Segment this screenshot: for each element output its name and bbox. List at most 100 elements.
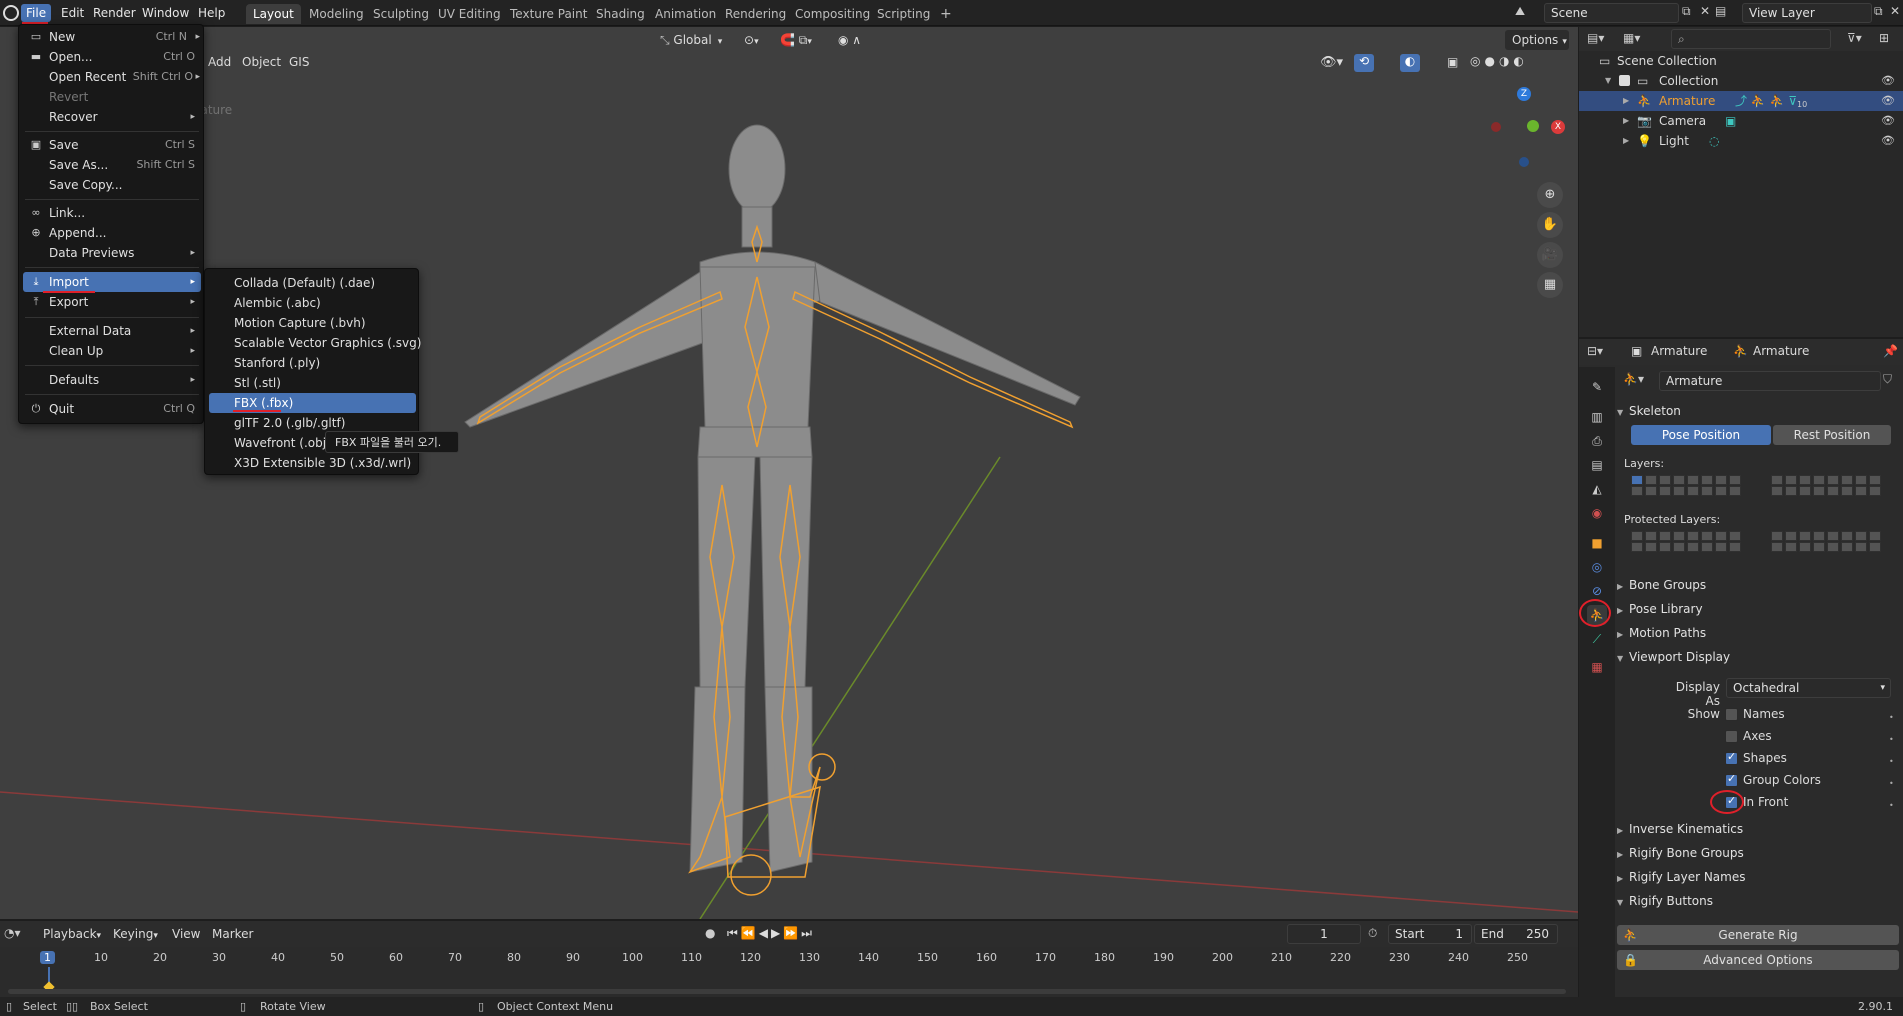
layer-toggle[interactable] bbox=[1659, 475, 1671, 485]
panel-viewport-display[interactable]: ▼ Viewport Display bbox=[1617, 646, 1897, 668]
eye-icon[interactable]: 👁 bbox=[1881, 94, 1895, 108]
copy-icon[interactable]: ⧉ bbox=[1682, 4, 1691, 19]
tab-modeling[interactable]: Modeling bbox=[302, 4, 371, 24]
menu-view[interactable]: View bbox=[172, 927, 200, 941]
datablock-selector[interactable]: ⛹▾ Armature ⛉ bbox=[1619, 371, 1897, 391]
options-dropdown[interactable]: Options ▾ bbox=[1505, 30, 1569, 50]
layer-toggle[interactable] bbox=[1869, 486, 1881, 496]
generate-rig-button[interactable]: ⛹ Generate Rig bbox=[1617, 925, 1899, 945]
close-icon[interactable]: ✕ bbox=[1700, 4, 1710, 18]
panel-inverse-kinematics[interactable]: ▶ Inverse Kinematics bbox=[1617, 818, 1897, 840]
object-tab-icon[interactable]: ■ bbox=[1587, 533, 1607, 553]
menu-item-append[interactable]: ⊕ Append... bbox=[23, 223, 201, 243]
menu-item-new[interactable]: ▭ New Ctrl N ▸ bbox=[23, 27, 201, 47]
import-alembic[interactable]: Alembic (.abc) bbox=[209, 293, 416, 313]
layer-toggle[interactable] bbox=[1869, 542, 1881, 552]
new-collection-icon[interactable]: ⊞ bbox=[1879, 31, 1889, 45]
tool-tab-icon[interactable]: ✎ bbox=[1587, 377, 1607, 397]
menu-item-export[interactable]: ⤒ Export ▸ bbox=[23, 292, 201, 312]
transform-orientation-dropdown[interactable]: ⤡ Global ▾ bbox=[660, 30, 736, 50]
panel-motion-paths[interactable]: ▶ Motion Paths bbox=[1617, 622, 1897, 644]
tab-uv-editing[interactable]: UV Editing bbox=[431, 4, 508, 24]
view-layer-tab-icon[interactable]: ▤ bbox=[1587, 455, 1607, 475]
import-x3d[interactable]: X3D Extensible 3D (.x3d/.wrl) bbox=[209, 453, 416, 473]
outliner-row-scene-collection[interactable]: ▭ Scene Collection bbox=[1579, 51, 1903, 71]
menu-playback[interactable]: Playback▾ bbox=[43, 927, 101, 941]
import-gltf[interactable]: glTF 2.0 (.glb/.gltf) bbox=[209, 413, 416, 433]
panel-bone-groups[interactable]: ▶ Bone Groups bbox=[1617, 574, 1897, 596]
layer-toggle[interactable] bbox=[1855, 475, 1867, 485]
checkbox-icon[interactable] bbox=[1619, 75, 1630, 86]
layer-toggle[interactable] bbox=[1869, 475, 1881, 485]
layer-toggle[interactable] bbox=[1855, 542, 1867, 552]
menu-item-clean-up[interactable]: Clean Up ▸ bbox=[23, 341, 201, 361]
layer-toggle[interactable] bbox=[1841, 475, 1853, 485]
current-frame-field[interactable]: 1 bbox=[1287, 924, 1361, 944]
add-workspace-button[interactable]: + bbox=[933, 4, 959, 24]
tab-animation[interactable]: Animation bbox=[648, 4, 723, 24]
editor-type-icon[interactable]: ▤▾ bbox=[1587, 31, 1604, 45]
layer-toggle[interactable] bbox=[1799, 475, 1811, 485]
import-bvh[interactable]: Motion Capture (.bvh) bbox=[209, 313, 416, 333]
layer-toggle[interactable] bbox=[1799, 542, 1811, 552]
menu-item-open[interactable]: ▬ Open... Ctrl O bbox=[23, 47, 201, 67]
filter-icon[interactable]: ⊽▾ bbox=[1847, 31, 1862, 45]
gizmo-z-axis[interactable]: Z bbox=[1517, 87, 1531, 101]
tab-layout[interactable]: Layout bbox=[246, 4, 301, 24]
layer-toggle[interactable] bbox=[1659, 542, 1671, 552]
layer-toggle[interactable] bbox=[1673, 475, 1685, 485]
timeline-ruler[interactable]: 1 10 20 30 40 50 60 70 80 90 100 110 120… bbox=[0, 951, 1578, 969]
navigation-gizmo[interactable]: Z X bbox=[1482, 87, 1572, 177]
gizmo-negative-x[interactable] bbox=[1491, 122, 1501, 132]
tab-scripting[interactable]: Scripting bbox=[870, 4, 937, 24]
bone-tab-icon[interactable]: ⟋ bbox=[1587, 629, 1607, 649]
layer-toggle[interactable] bbox=[1701, 475, 1713, 485]
menu-item-defaults[interactable]: Defaults ▸ bbox=[23, 370, 201, 390]
panel-rigify-buttons[interactable]: ▼ Rigify Buttons bbox=[1617, 890, 1897, 912]
fake-user-shield-icon[interactable]: ⛉ bbox=[1883, 372, 1892, 387]
layers-grid[interactable] bbox=[1631, 475, 1901, 497]
tab-texture-paint[interactable]: Texture Paint bbox=[503, 4, 594, 24]
layer-toggle[interactable] bbox=[1701, 486, 1713, 496]
layer-toggle[interactable] bbox=[1645, 531, 1657, 541]
menu-item-external-data[interactable]: External Data ▸ bbox=[23, 321, 201, 341]
camera-view-icon[interactable]: 🎥 bbox=[1537, 242, 1563, 268]
import-stl[interactable]: Stl (.stl) bbox=[209, 373, 416, 393]
header-menu-gis[interactable]: GIS bbox=[289, 55, 309, 69]
datablock-name-field[interactable]: Armature bbox=[1659, 371, 1881, 391]
layer-toggle[interactable] bbox=[1785, 486, 1797, 496]
layer-toggle[interactable] bbox=[1771, 542, 1783, 552]
gizmo-y-axis[interactable] bbox=[1527, 120, 1539, 132]
panel-rigify-bone-groups[interactable]: ▶ Rigify Bone Groups bbox=[1617, 842, 1897, 864]
import-collada[interactable]: Collada (Default) (.dae) bbox=[209, 273, 416, 293]
outliner-row-collection[interactable]: ▼ ▭ Collection 👁 bbox=[1579, 71, 1903, 91]
tab-shading[interactable]: Shading bbox=[589, 4, 652, 24]
menu-item-save[interactable]: ▣ Save Ctrl S bbox=[23, 135, 201, 155]
playback-controls[interactable]: ⏮⏪◀▶⏩⏭ bbox=[727, 926, 815, 941]
menu-item-open-recent[interactable]: Open Recent Shift Ctrl O ▸ bbox=[23, 67, 201, 87]
layer-toggle[interactable] bbox=[1771, 531, 1783, 541]
layer-toggle[interactable] bbox=[1813, 475, 1825, 485]
tab-sculpting[interactable]: Sculpting bbox=[366, 4, 436, 24]
panel-rigify-layer-names[interactable]: ▶ Rigify Layer Names bbox=[1617, 866, 1897, 888]
layer-toggle[interactable] bbox=[1813, 486, 1825, 496]
layer-toggle[interactable] bbox=[1687, 531, 1699, 541]
menu-window[interactable]: Window bbox=[137, 4, 194, 22]
layer-toggle[interactable] bbox=[1729, 531, 1741, 541]
layer-toggle[interactable] bbox=[1729, 542, 1741, 552]
overlay-toggle[interactable]: ◐ bbox=[1400, 54, 1420, 72]
scene-selector[interactable]: ⛰ Scene ⧉ ✕ bbox=[1512, 3, 1712, 23]
scene-field[interactable]: Scene bbox=[1544, 3, 1679, 23]
layer-toggle[interactable] bbox=[1785, 542, 1797, 552]
layer-toggle[interactable] bbox=[1799, 486, 1811, 496]
menu-item-quit[interactable]: ⏻ Quit Ctrl Q bbox=[23, 399, 201, 419]
tab-compositing[interactable]: Compositing bbox=[788, 4, 877, 24]
timeline-scrollbar[interactable] bbox=[8, 989, 1566, 994]
menu-edit[interactable]: Edit bbox=[56, 4, 89, 22]
menu-file[interactable]: File bbox=[21, 4, 52, 22]
layer-toggle[interactable] bbox=[1631, 542, 1643, 552]
layer-toggle[interactable] bbox=[1855, 531, 1867, 541]
proportional-edit-toggle[interactable]: ◉ ∧ bbox=[838, 30, 888, 50]
layer-toggle[interactable] bbox=[1701, 531, 1713, 541]
start-frame-field[interactable]: Start 1 bbox=[1388, 924, 1472, 944]
